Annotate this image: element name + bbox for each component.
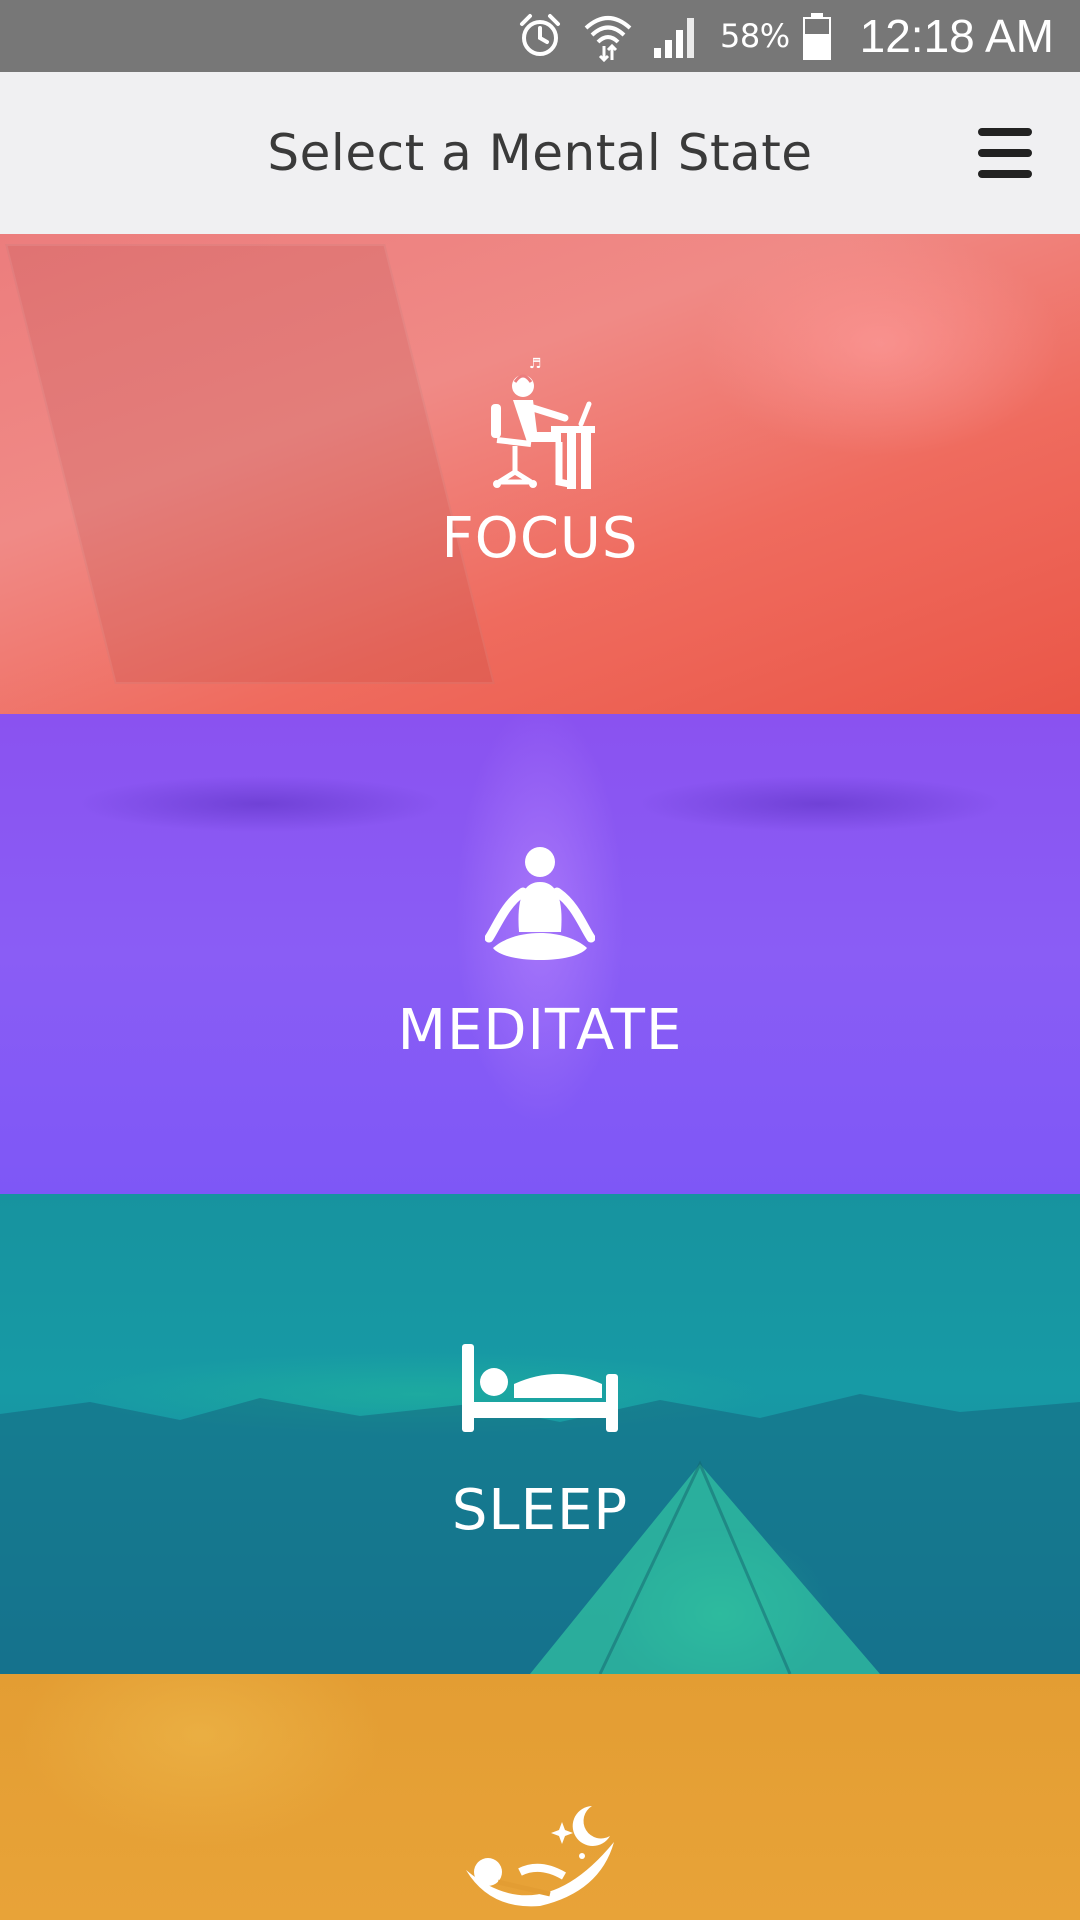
signal-icon	[652, 12, 702, 60]
tile-meditate-label: MEDITATE	[397, 998, 683, 1063]
tile-meditate[interactable]: MEDITATE	[0, 714, 1080, 1194]
meditation-pose-icon	[484, 846, 596, 976]
hammock-nap-icon	[460, 1802, 620, 1920]
status-time: 12:18 AM	[859, 10, 1054, 62]
tile-nap[interactable]	[0, 1674, 1080, 1920]
battery-icon	[802, 11, 832, 61]
app-header: Select a Mental State	[0, 72, 1080, 234]
tile-focus-label: FOCUS	[441, 506, 639, 571]
hamburger-menu-icon[interactable]	[978, 128, 1032, 178]
tile-focus[interactable]: ♬ FOCUS	[0, 234, 1080, 714]
wifi-icon	[582, 10, 634, 62]
tile-sleep-label: SLEEP	[451, 1478, 629, 1543]
alarm-icon	[516, 12, 564, 60]
battery-percent: 58%	[720, 17, 790, 55]
bed-icon	[462, 1344, 618, 1436]
svg-text:♬: ♬	[529, 356, 542, 372]
page-title: Select a Mental State	[267, 124, 813, 182]
status-bar: 58% 12:18 AM	[0, 0, 1080, 72]
focus-desk-icon: ♬	[485, 354, 595, 498]
tile-sleep[interactable]: SLEEP	[0, 1194, 1080, 1674]
